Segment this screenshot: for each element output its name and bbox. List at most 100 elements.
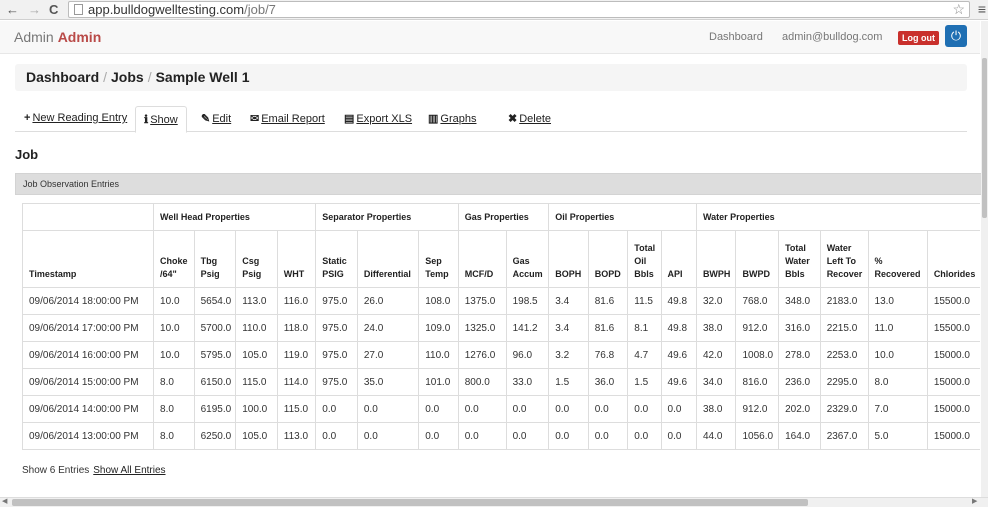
column-header: % Recovered [867,230,928,288]
breadcrumb-current: Sample Well 1 [155,69,250,85]
back-icon[interactable]: ← [6,2,19,17]
tab-email-report[interactable]: ✉ Email Report [242,106,333,132]
table-cell: 3.4 [548,314,589,342]
group-header: Separator Properties [315,203,459,231]
table-cell: 36.0 [587,368,629,396]
table-cell: 0.0 [356,395,420,423]
tab-edit[interactable]: ✎ Edit [193,106,239,132]
tab-new-reading-entry[interactable]: + New Reading Entry [16,106,135,132]
table-cell: 7.0 [867,395,928,423]
table-cell: 09/06/2014 14:00:00 PM [22,395,155,423]
envelope-icon: ✉ [250,113,260,125]
table-cell: 0.0 [587,422,629,450]
table-cell: 4.7 [627,341,662,369]
table-cell: 15000.0 [926,422,980,450]
table-cell: 0.0 [315,395,358,423]
show-all-entries-link[interactable]: Show All Entries [93,465,165,476]
group-header: Gas Properties [457,203,550,231]
column-header: Total Oil Bbls [627,230,662,288]
table-cell: 35.0 [356,368,420,396]
vertical-scrollbar-thumb[interactable] [982,58,987,218]
logout-button[interactable]: Log out [898,31,939,45]
observations-table: Well Head Properties Separator Propertie… [22,203,980,450]
table-cell: 236.0 [778,368,821,396]
table-cell: 0.0 [505,395,550,423]
column-header: Chlorides [926,230,980,288]
table-cell: 13.0 [867,287,928,315]
user-email-link[interactable]: admin@bulldog.com [782,31,882,43]
bookmark-star-icon[interactable]: ☆ [952,1,965,18]
column-header: Sep Temp [418,230,459,288]
group-header: Oil Properties [548,203,697,231]
table-cell: 38.0 [695,395,737,423]
table-cell: 1.5 [627,368,662,396]
power-icon[interactable]: ⏻ [945,25,967,47]
table-cell: 26.0 [356,287,420,315]
tab-show[interactable]: ℹ Show [135,106,187,133]
table-cell: 0.0 [356,422,420,450]
table-cell: 10.0 [867,341,928,369]
table-cell: 0.0 [548,422,589,450]
table-cell: 3.4 [548,287,589,315]
brand-user: Admin [57,29,102,45]
tab-delete[interactable]: ✖ Delete [500,106,559,132]
table-row[interactable]: 09/06/2014 13:00:00 PM 8.0 6250.0 105.0 113.… [22,422,980,450]
table-cell: 0.0 [587,395,629,423]
column-header: Water Left To Recover [819,230,869,288]
column-header: Total Water Bbls [778,230,821,288]
table-cell: 81.6 [587,314,629,342]
scroll-right-arrow-icon[interactable]: ▶ [972,497,977,505]
table-cell: 975.0 [315,314,358,342]
table-cell: 09/06/2014 13:00:00 PM [22,422,155,450]
reload-icon[interactable]: C [49,2,58,17]
table-cell: 27.0 [356,341,420,369]
group-header: Well Head Properties [153,203,317,231]
breadcrumb-dashboard[interactable]: Dashboard [26,69,99,85]
table-cell: 2183.0 [819,287,869,315]
browser-menu-icon[interactable]: ≡ [978,1,986,17]
table-row[interactable]: 09/06/2014 18:00:00 PM 10.0 5654.0 113.0 116… [22,287,980,315]
forward-icon[interactable]: → [28,2,41,17]
scroll-left-arrow-icon[interactable]: ◀ [2,497,7,505]
table-cell: 49.8 [660,314,697,342]
brand[interactable]: Admin Admin [14,29,101,45]
browser-toolbar: ← → C app.bulldogwelltesting.com/job/7 ☆… [0,0,988,20]
table-row[interactable]: 09/06/2014 14:00:00 PM 8.0 6195.0 100.0 115.… [22,395,980,423]
table-cell: 141.2 [505,314,550,342]
table-cell: 15500.0 [926,314,980,342]
table-cell: 44.0 [695,422,737,450]
dashboard-link[interactable]: Dashboard [709,31,763,43]
table-cell: 09/06/2014 18:00:00 PM [22,287,155,315]
table-cell: 15000.0 [926,368,980,396]
column-header: BOPH [548,230,589,288]
table-cell: 33.0 [505,368,550,396]
table-cell: 912.0 [735,395,780,423]
table-row[interactable]: 09/06/2014 16:00:00 PM 10.0 5795.0 105.0 119… [22,341,980,369]
table-cell: 115.0 [276,395,317,423]
address-bar[interactable]: app.bulldogwelltesting.com/job/7 ☆ [68,1,970,18]
tab-export-xls[interactable]: ▤ Export XLS [336,106,420,132]
breadcrumb-jobs[interactable]: Jobs [111,69,144,85]
horizontal-scrollbar-thumb[interactable] [12,499,808,506]
table-cell: 0.0 [627,395,662,423]
column-header: Differential [356,230,420,288]
table-cell: 81.6 [587,287,629,315]
tab-graphs[interactable]: ▥ Graphs [420,106,484,132]
table-cell: 975.0 [315,341,358,369]
table-cell: 316.0 [778,314,821,342]
table-row[interactable]: 09/06/2014 15:00:00 PM 8.0 6150.0 115.0 114.… [22,368,980,396]
table-cell: 42.0 [695,341,737,369]
column-header: Tbg Psig [193,230,237,288]
url-text[interactable]: app.bulldogwelltesting.com/job/7 [88,2,276,17]
table-cell: 0.0 [418,422,459,450]
table-cell: 119.0 [276,341,317,369]
table-cell: 2253.0 [819,341,869,369]
table-cell: 101.0 [418,368,459,396]
action-tabs: + New Reading Entry ℹ Show ✎ Edit ✉ Email Re… [15,106,967,133]
column-header: BWPH [695,230,737,288]
table-row[interactable]: 09/06/2014 17:00:00 PM 10.0 5700.0 110.0 118… [22,314,980,342]
table-cell: 11.0 [867,314,928,342]
table-cell: 49.6 [660,341,697,369]
table-cell: 10.0 [153,287,195,315]
table-cell: 15000.0 [926,341,980,369]
